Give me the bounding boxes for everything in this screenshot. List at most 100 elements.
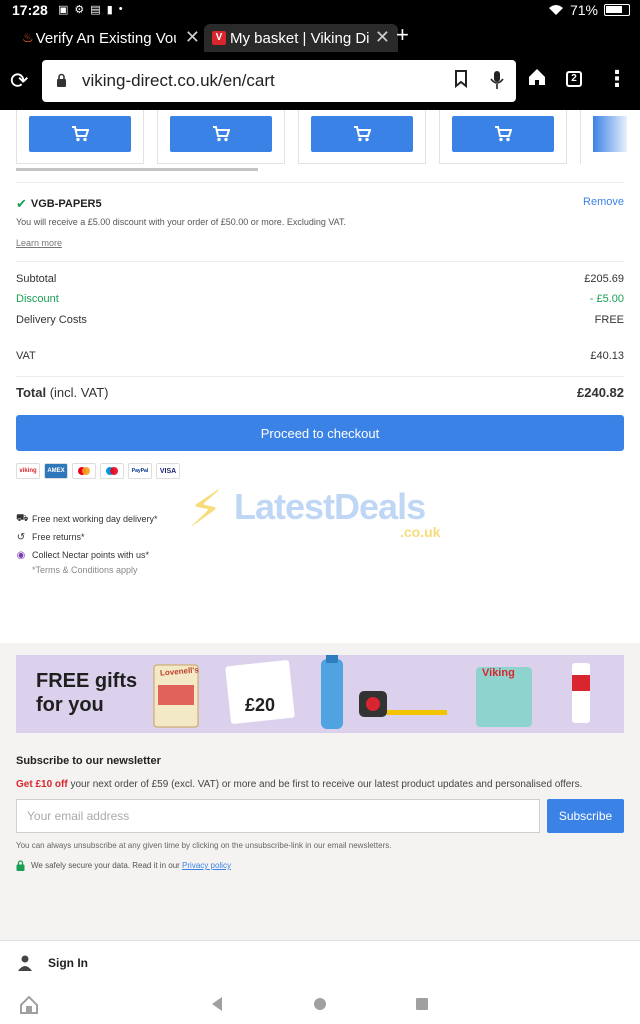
visa-icon: VISA [156,463,180,479]
product-brand-label: Viking [482,667,515,679]
privacy-policy-link[interactable]: Privacy policy [182,861,231,870]
benefit-item: ↺ Free returns* [16,528,158,546]
remove-promo-link[interactable]: Remove [583,196,624,208]
add-to-cart-button[interactable] [29,116,131,152]
bookmark-icon[interactable] [454,70,468,88]
cart-icon [495,126,512,142]
watermark-name: LatestDeals [234,486,426,527]
battery-level: 71% [569,2,598,18]
tab-strip: ♨ Verify An Existing Vouc ✕ V My basket … [0,20,640,52]
lightning-icon: ⚡ [188,481,224,537]
tab-switcher-button[interactable]: 2 [566,71,582,87]
cart-icon [354,126,371,142]
home-icon[interactable] [527,67,547,87]
product-card-partial [580,110,640,164]
promo-description: You will receive a £5.00 discount with y… [16,217,347,227]
tab-my-basket[interactable]: V My basket | Viking Dire ✕ [204,24,398,52]
home-launcher-icon[interactable] [20,996,38,1014]
address-bar[interactable]: viking-direct.co.uk/en/cart [42,60,516,102]
delivery-label: Delivery Costs [16,314,87,326]
system-nav-bar [0,984,640,1024]
home-button-icon[interactable] [313,996,327,1012]
benefit-item: ◉ Collect Nectar points with us* [16,546,158,564]
vat-value: £40.13 [590,350,624,362]
new-tab-icon[interactable]: + [396,22,409,48]
wifi-icon [548,5,563,15]
newsletter-title: Subscribe to our newsletter [16,755,161,767]
promo-code: ✔ VGB-PAPER5 [16,196,102,212]
carousel-scrollbar[interactable] [16,168,258,171]
lock-icon [57,73,66,87]
total-label: Total (incl. VAT) [16,385,108,400]
product-card [16,110,144,164]
product-card [157,110,285,164]
close-tab-icon[interactable]: ✕ [375,27,390,48]
cart-icon [213,126,230,142]
sim-icon: ▮ [106,4,113,16]
tab-verify-voucher[interactable]: ♨ Verify An Existing Vouc ✕ [14,24,208,52]
settings-icon: ⚙ [74,4,85,16]
lock-icon [16,860,25,871]
subscribe-button[interactable]: Subscribe [547,799,624,833]
payment-methods: viking AMEX PayPal VISA [16,463,180,479]
gift-products-illustration [153,655,590,729]
benefit-item: ⛟ Free next working day delivery* [16,510,158,528]
sign-in-label: Sign In [48,956,88,970]
nectar-icon: ◉ [16,549,26,561]
banner-line-2: for you [36,694,104,716]
product-carousel [0,110,640,172]
reload-icon[interactable]: ⟳ [10,68,28,94]
product-card [439,110,567,164]
proceed-to-checkout-button[interactable]: Proceed to checkout [16,415,624,451]
banner-heading: FREE gifts for you [36,669,137,717]
tab-title: Verify An Existing Vouc [35,29,176,47]
more-menu-icon[interactable]: ⋮ [606,66,628,92]
total-suffix: (incl. VAT) [49,385,109,400]
clock: 17:28 [12,2,48,18]
delivery-value: FREE [594,314,624,326]
url-text[interactable]: viking-direct.co.uk/en/cart [82,71,275,91]
flame-favicon-icon: ♨ [22,30,34,45]
benefit-text: Free returns* [32,532,85,542]
add-to-cart-button[interactable] [170,116,272,152]
add-to-cart-button[interactable] [311,116,413,152]
secure-text: We safely secure your data. Read it in o… [31,861,183,870]
free-gifts-banner[interactable]: FREE gifts for you Lovenell's £20 Viking [16,655,624,733]
amex-icon: AMEX [44,463,68,479]
tab-title: My basket | Viking Dire [230,29,370,47]
discount-value: - £5.00 [589,293,624,305]
sign-in-bar[interactable]: Sign In [0,940,640,984]
maestro-icon [100,463,124,479]
notification-icons: ▣ ⚙ ▤ ▮ • [58,3,123,16]
check-icon: ✔ [16,196,27,211]
paypal-icon: PayPal [128,463,152,479]
back-icon[interactable] [210,996,224,1012]
media-icon: ▤ [90,4,101,16]
dot-icon: • [118,3,123,15]
photo-icon: ▣ [58,4,69,16]
product-card [298,110,426,164]
newsletter-offer: Get £10 off [16,779,68,790]
status-bar: 17:28 ▣ ⚙ ▤ ▮ • 71% [0,0,640,20]
truck-icon: ⛟ [16,512,29,524]
learn-more-link[interactable]: Learn more [16,238,62,248]
newsletter-description: Get £10 off your next order of £59 (excl… [16,779,582,790]
divider [16,376,624,377]
add-to-cart-button[interactable] [452,116,554,152]
return-icon: ↺ [16,531,26,543]
total-label-bold: Total [16,385,47,400]
person-icon [18,955,32,971]
divider [16,261,624,262]
add-to-cart-button[interactable] [593,116,627,152]
microphone-icon[interactable] [490,70,504,90]
benefit-text: Free next working day delivery* [32,514,158,524]
newsletter-desc-text: your next order of £59 (excl. VAT) or mo… [67,779,583,790]
discount-label: Discount [16,293,59,305]
unsubscribe-note: You can always unsubscribe at any given … [16,841,392,850]
close-tab-icon[interactable]: ✕ [185,27,200,48]
battery-icon [604,4,630,16]
benefit-text: Collect Nectar points with us* [32,550,150,560]
cart-icon [72,126,89,142]
recents-icon[interactable] [415,996,429,1012]
email-input[interactable] [16,799,540,833]
